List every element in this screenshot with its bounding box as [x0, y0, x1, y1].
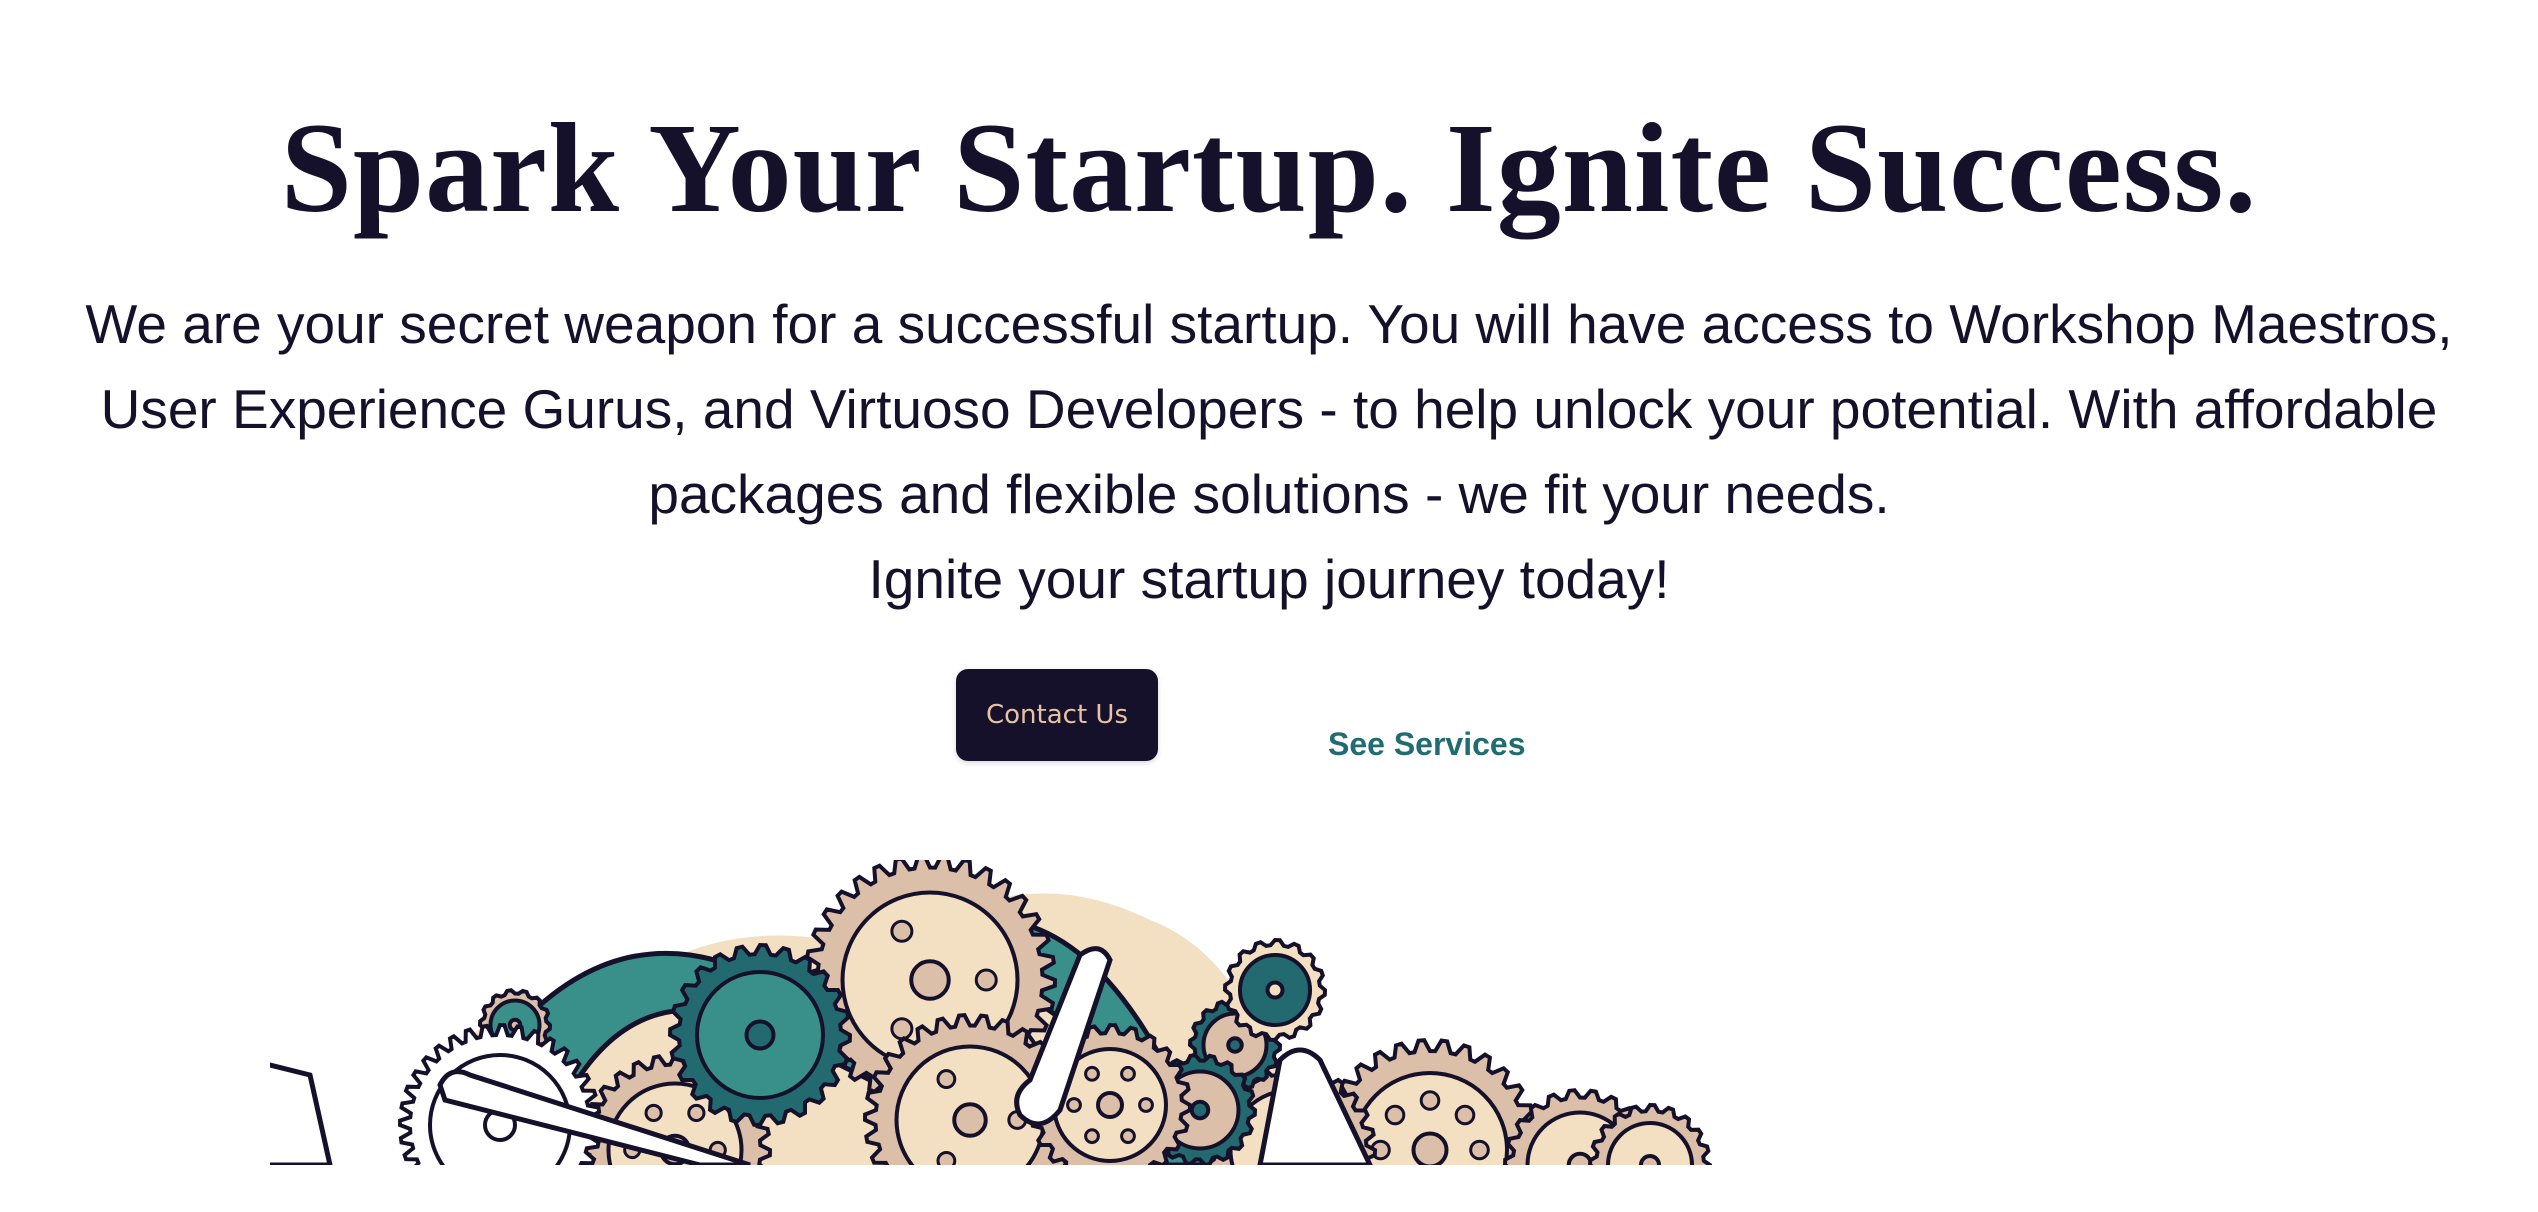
hero-title: Spark Your Startup. Ignite Success. [280, 97, 2258, 239]
contact-us-button[interactable]: Contact Us [956, 669, 1158, 761]
white-plate-left [270, 1062, 333, 1165]
gear-icon [1222, 937, 1328, 1043]
see-services-link[interactable]: See Services [1328, 726, 1526, 763]
hero-description-line: User Experience Gurus, and Virtuoso Deve… [100, 378, 2438, 440]
hero-description-line: Ignite your startup journey today! [868, 548, 1670, 610]
gears-illustration-icon [270, 860, 1713, 1165]
gear-icon [667, 942, 853, 1128]
hero-description: We are your secret weapon for a successf… [40, 282, 2498, 622]
hero-description-line: packages and flexible solutions - we fit… [648, 463, 1890, 525]
hero-description-line: We are your secret weapon for a successf… [85, 293, 2453, 355]
